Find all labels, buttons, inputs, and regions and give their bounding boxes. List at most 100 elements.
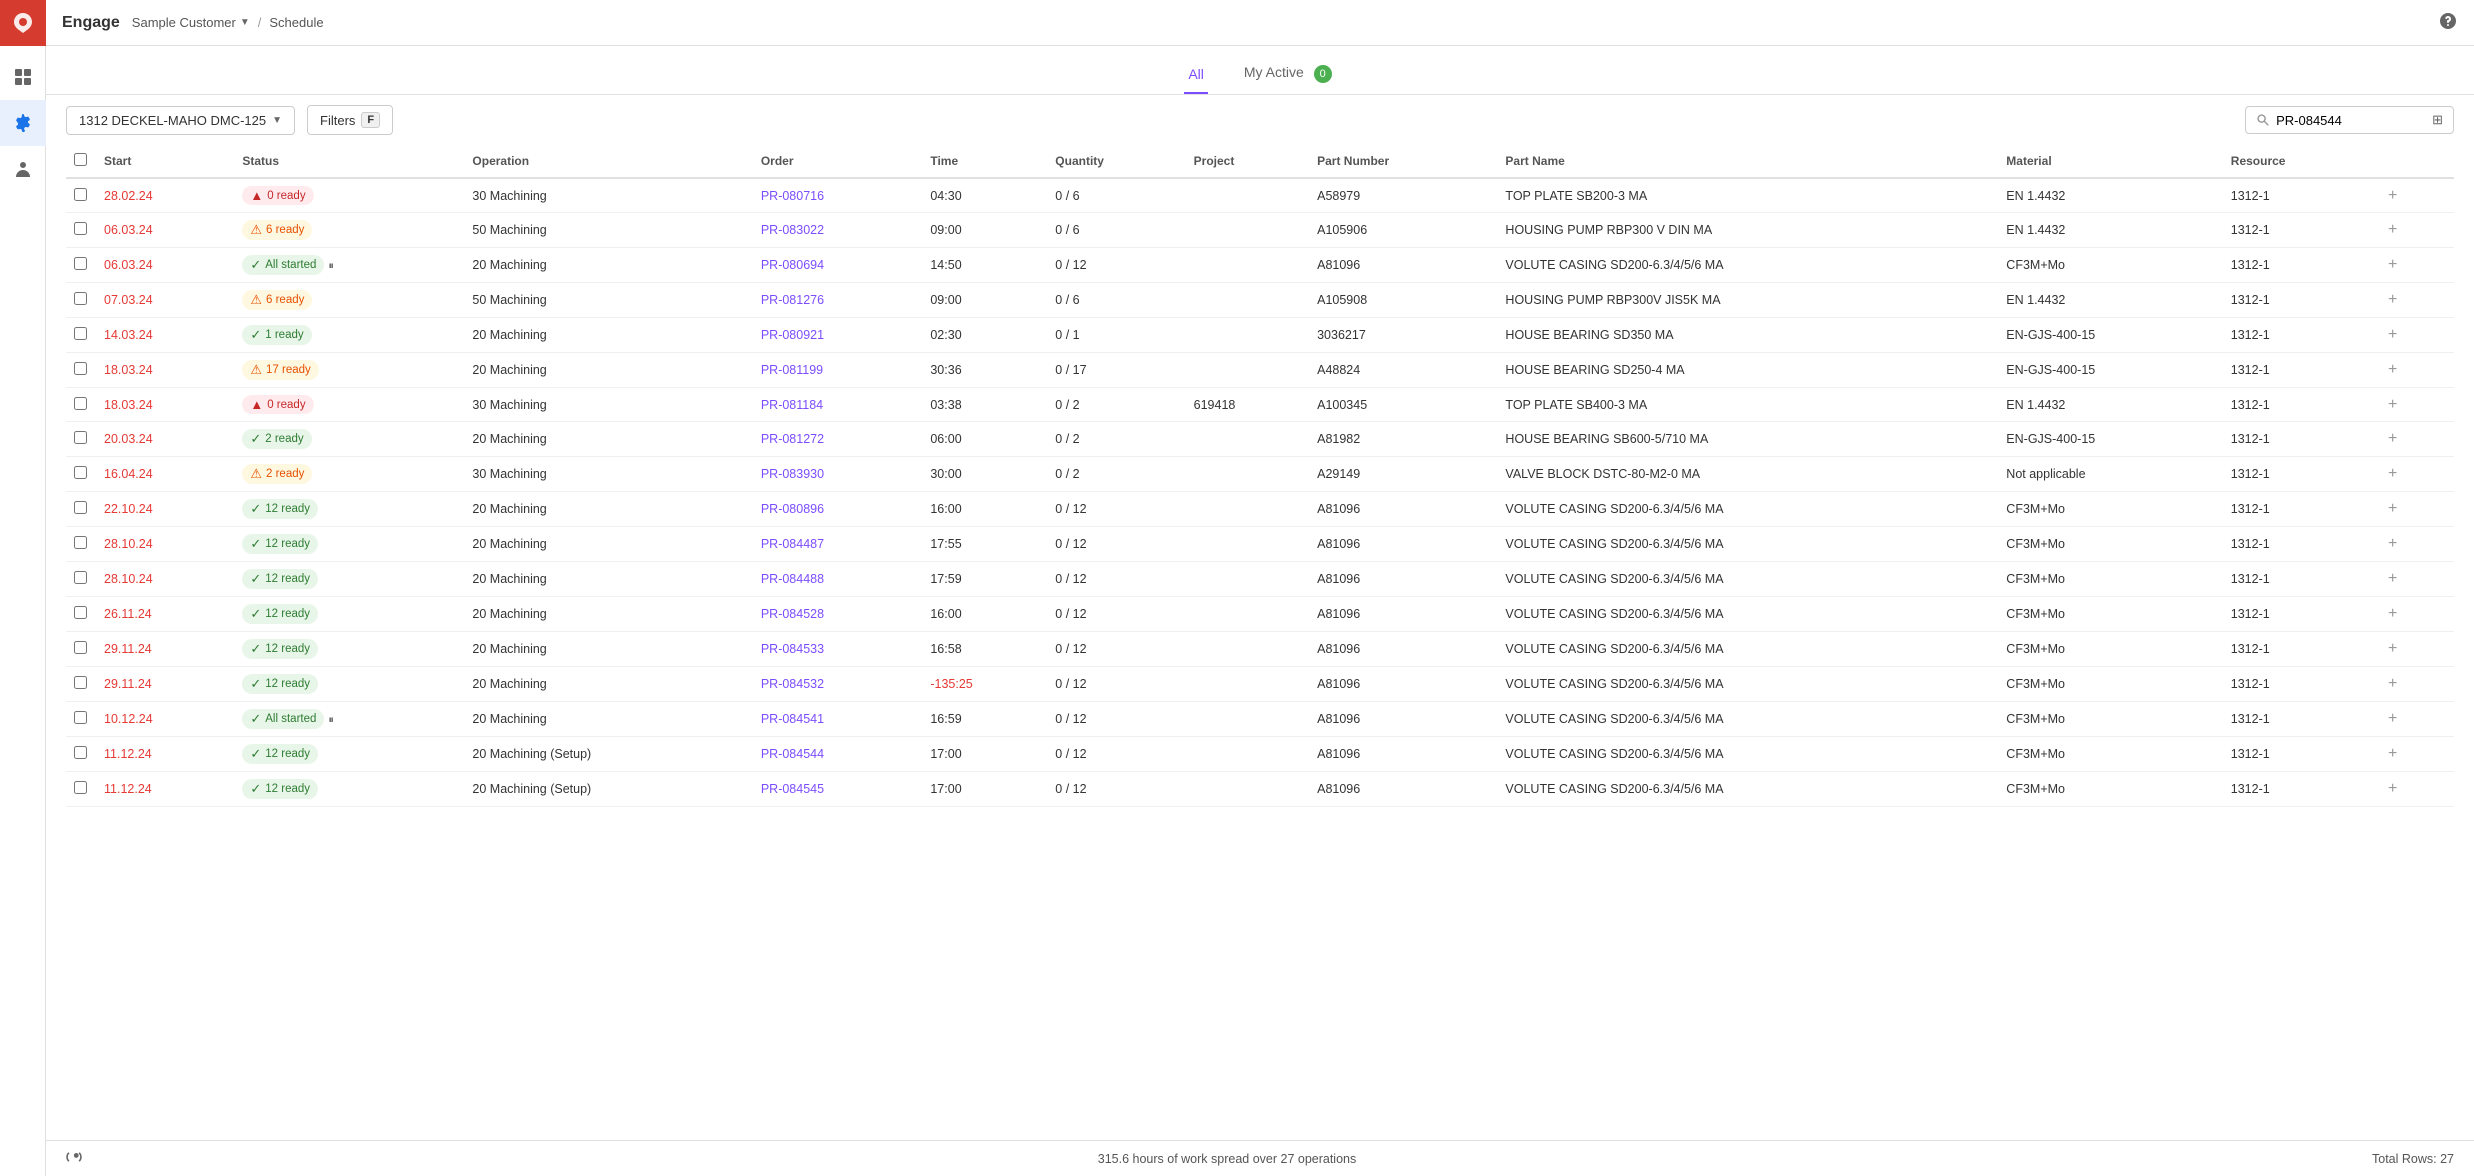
row-add[interactable]: +: [2374, 702, 2454, 737]
qr-icon[interactable]: ⊞: [2432, 112, 2443, 128]
row-checkbox[interactable]: [74, 222, 87, 235]
row-add[interactable]: +: [2374, 492, 2454, 527]
add-button[interactable]: +: [2382, 359, 2403, 380]
order-link[interactable]: PR-084544: [761, 747, 824, 761]
row-add[interactable]: +: [2374, 562, 2454, 597]
add-button[interactable]: +: [2382, 289, 2403, 310]
row-checkbox[interactable]: [74, 327, 87, 340]
add-button[interactable]: +: [2382, 638, 2403, 659]
row-add[interactable]: +: [2374, 248, 2454, 283]
row-add[interactable]: +: [2374, 388, 2454, 422]
row-checkbox[interactable]: [74, 466, 87, 479]
row-order[interactable]: PR-084487: [753, 527, 923, 562]
search-box[interactable]: ⊞: [2245, 106, 2454, 134]
row-add[interactable]: +: [2374, 353, 2454, 388]
row-add[interactable]: +: [2374, 597, 2454, 632]
add-button[interactable]: +: [2382, 568, 2403, 589]
add-button[interactable]: +: [2382, 778, 2403, 799]
row-order[interactable]: PR-080716: [753, 178, 923, 213]
order-link[interactable]: PR-080896: [761, 502, 824, 516]
app-logo[interactable]: [0, 0, 46, 46]
filter-button[interactable]: Filters F: [307, 105, 393, 135]
add-button[interactable]: +: [2382, 394, 2403, 415]
row-checkbox[interactable]: [74, 188, 87, 201]
order-link[interactable]: PR-081276: [761, 293, 824, 307]
order-link[interactable]: PR-081272: [761, 432, 824, 446]
row-order[interactable]: PR-080896: [753, 492, 923, 527]
add-button[interactable]: +: [2382, 463, 2403, 484]
tab-all[interactable]: All: [1184, 56, 1208, 94]
gear-icon[interactable]: [66, 1149, 82, 1168]
add-button[interactable]: +: [2382, 603, 2403, 624]
row-add[interactable]: +: [2374, 632, 2454, 667]
row-add[interactable]: +: [2374, 772, 2454, 807]
add-button[interactable]: +: [2382, 254, 2403, 275]
row-order[interactable]: PR-083022: [753, 213, 923, 248]
add-button[interactable]: +: [2382, 185, 2403, 206]
sidebar-item-user[interactable]: [0, 146, 46, 192]
add-button[interactable]: +: [2382, 428, 2403, 449]
row-order[interactable]: PR-081276: [753, 283, 923, 318]
row-add[interactable]: +: [2374, 318, 2454, 353]
row-add[interactable]: +: [2374, 213, 2454, 248]
add-button[interactable]: +: [2382, 324, 2403, 345]
search-input[interactable]: [2276, 113, 2426, 128]
row-order[interactable]: PR-081272: [753, 422, 923, 457]
row-order[interactable]: PR-081199: [753, 353, 923, 388]
order-link[interactable]: PR-083022: [761, 223, 824, 237]
row-order[interactable]: PR-081184: [753, 388, 923, 422]
add-button[interactable]: +: [2382, 533, 2403, 554]
row-order[interactable]: PR-084532: [753, 667, 923, 702]
order-link[interactable]: PR-084488: [761, 572, 824, 586]
order-link[interactable]: PR-081199: [761, 363, 823, 377]
row-order[interactable]: PR-080694: [753, 248, 923, 283]
row-checkbox[interactable]: [74, 606, 87, 619]
row-order[interactable]: PR-084544: [753, 737, 923, 772]
row-order[interactable]: PR-084545: [753, 772, 923, 807]
row-checkbox[interactable]: [74, 292, 87, 305]
customer-selector[interactable]: Sample Customer ▼: [132, 15, 250, 30]
row-checkbox[interactable]: [74, 781, 87, 794]
row-order[interactable]: PR-084488: [753, 562, 923, 597]
sidebar-item-apps[interactable]: [0, 54, 46, 100]
add-button[interactable]: +: [2382, 743, 2403, 764]
tab-my-active[interactable]: My Active 0: [1240, 54, 1336, 95]
sidebar-item-settings[interactable]: [0, 100, 46, 146]
row-add[interactable]: +: [2374, 283, 2454, 318]
schedule-table-container[interactable]: Start Status Operation Order Time Quanti…: [46, 145, 2474, 1140]
add-button[interactable]: +: [2382, 498, 2403, 519]
row-add[interactable]: +: [2374, 422, 2454, 457]
row-checkbox[interactable]: [74, 362, 87, 375]
row-add[interactable]: +: [2374, 457, 2454, 492]
order-link[interactable]: PR-080694: [761, 258, 824, 272]
machine-dropdown[interactable]: 1312 DECKEL-MAHO DMC-125 ▼: [66, 106, 295, 135]
row-checkbox[interactable]: [74, 257, 87, 270]
row-checkbox[interactable]: [74, 431, 87, 444]
help-button[interactable]: [2438, 11, 2458, 34]
row-add[interactable]: +: [2374, 737, 2454, 772]
order-link[interactable]: PR-084533: [761, 642, 824, 656]
add-button[interactable]: +: [2382, 219, 2403, 240]
row-checkbox[interactable]: [74, 501, 87, 514]
row-order[interactable]: PR-083930: [753, 457, 923, 492]
order-link[interactable]: PR-081184: [761, 398, 823, 412]
row-add[interactable]: +: [2374, 178, 2454, 213]
row-checkbox[interactable]: [74, 641, 87, 654]
row-checkbox[interactable]: [74, 397, 87, 410]
order-link[interactable]: PR-083930: [761, 467, 824, 481]
add-button[interactable]: +: [2382, 708, 2403, 729]
row-add[interactable]: +: [2374, 527, 2454, 562]
row-checkbox[interactable]: [74, 536, 87, 549]
select-all-checkbox[interactable]: [74, 153, 87, 166]
row-order[interactable]: PR-084541: [753, 702, 923, 737]
row-checkbox[interactable]: [74, 571, 87, 584]
row-checkbox[interactable]: [74, 746, 87, 759]
order-link[interactable]: PR-080716: [761, 189, 824, 203]
order-link[interactable]: PR-084532: [761, 677, 824, 691]
row-add[interactable]: +: [2374, 667, 2454, 702]
order-link[interactable]: PR-080921: [761, 328, 824, 342]
row-order[interactable]: PR-080921: [753, 318, 923, 353]
order-link[interactable]: PR-084541: [761, 712, 824, 726]
order-link[interactable]: PR-084528: [761, 607, 824, 621]
row-order[interactable]: PR-084533: [753, 632, 923, 667]
